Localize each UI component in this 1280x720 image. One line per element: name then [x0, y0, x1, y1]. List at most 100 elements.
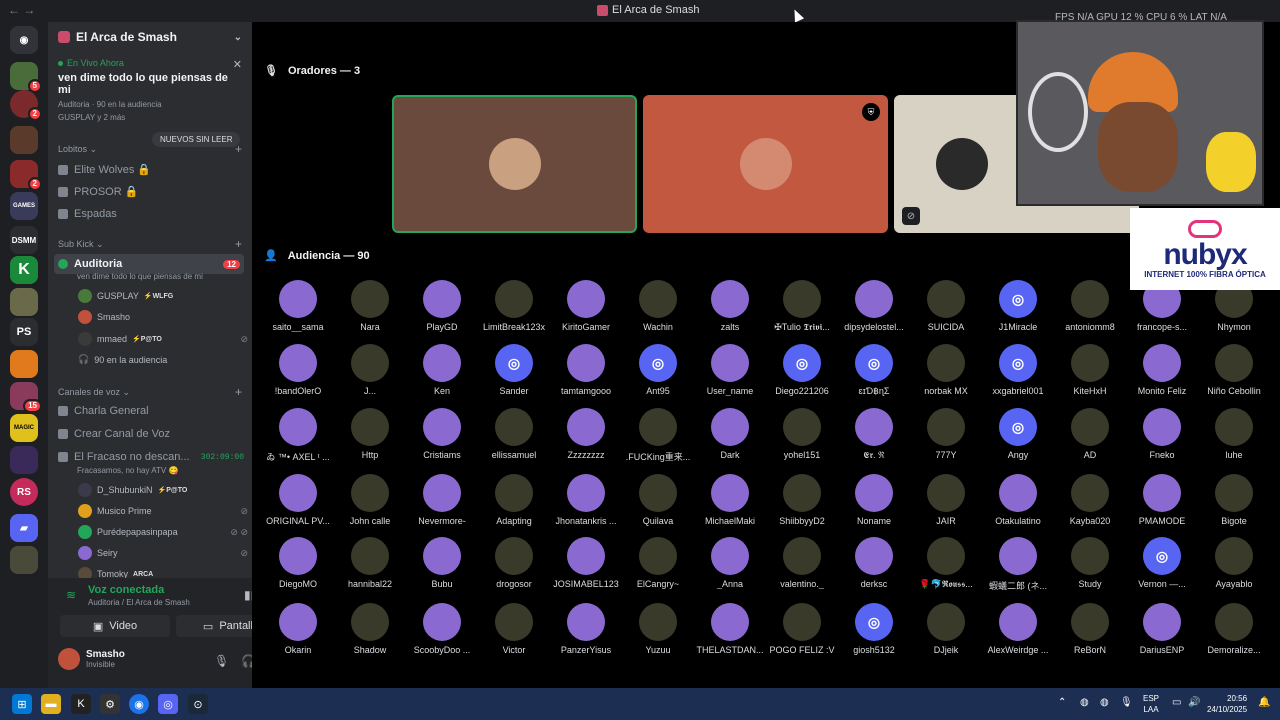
server-icon[interactable]: 2 — [10, 90, 42, 121]
tray-icon[interactable]: ◍ — [1080, 697, 1089, 708]
audience-member[interactable]: ◎ Vernon —... — [1126, 537, 1198, 592]
audience-member[interactable]: ◎ giosh5132 — [838, 603, 910, 655]
audience-member[interactable]: ScoobyDoo ... — [406, 603, 478, 655]
server-icon[interactable] — [10, 446, 38, 474]
windows-start-icon[interactable]: ⊞ — [12, 694, 32, 714]
audience-member[interactable]: ✠Tulio 𝕿𝖗𝖎𝖛𝖎... — [766, 280, 838, 333]
audience-member[interactable]: Wachin — [622, 280, 694, 333]
notification-icon[interactable]: 🔔 — [1258, 697, 1270, 708]
audience-member[interactable]: 🌹🐬𝕽𝖔𝖚𝖘𝖘... — [910, 537, 982, 592]
server-icon[interactable]: DSMM — [10, 226, 38, 254]
audience-member[interactable]: User_name — [694, 344, 766, 397]
voice-member[interactable]: Smasho — [78, 310, 248, 324]
voice-member[interactable]: D_ShubunkiN ⚡P@TO — [78, 483, 248, 497]
audience-member[interactable]: JAIR — [910, 474, 982, 526]
app-icon[interactable]: K — [71, 694, 91, 714]
category-lobitos[interactable]: Lobitos ⌄ + — [58, 142, 242, 156]
clock[interactable]: 20:56 24/10/2025 — [1207, 693, 1247, 715]
audience-member[interactable]: saito__sama — [262, 280, 334, 333]
audience-member[interactable]: Yuzuu — [622, 603, 694, 655]
audience-member[interactable]: Study — [1054, 537, 1126, 592]
channel-auditoria[interactable]: Auditoria 12 — [54, 254, 244, 274]
voice-member[interactable]: Musico Prime ⊘ — [78, 504, 248, 518]
audience-member[interactable]: JOSIMABEL123 — [550, 537, 622, 592]
audience-member[interactable]: AlexWeirdge ... — [982, 603, 1054, 655]
voice-location[interactable]: Auditoria / El Arca de Smash — [88, 598, 190, 607]
channel-crear-canal[interactable]: Crear Canal de Voz — [58, 428, 244, 440]
chevron-down-icon[interactable]: ⌄ — [234, 32, 242, 43]
audience-member[interactable]: derksc — [838, 537, 910, 592]
channel-elite-wolves[interactable]: Elite Wolves 🔒 — [58, 163, 244, 176]
audience-member[interactable]: Nevermore- — [406, 474, 478, 526]
audience-member[interactable]: .FUCKing重来... — [622, 408, 694, 463]
audience-member[interactable]: KiteHxH — [1054, 344, 1126, 397]
network-icon[interactable]: ▭ — [1172, 697, 1181, 708]
audience-member[interactable]: !bandOlerO — [262, 344, 334, 397]
audience-member[interactable]: Ayayablo — [1198, 537, 1270, 592]
audience-member[interactable]: ◎ Angy — [982, 408, 1054, 463]
audience-member[interactable]: LimitBreak123x — [478, 280, 550, 333]
server-header[interactable]: El Arca de Smash ⌄ — [48, 22, 252, 52]
audience-member[interactable]: ORIGINAL PV... — [262, 474, 334, 526]
channel-charla-general[interactable]: Charla General — [58, 405, 244, 417]
channel-espadas[interactable]: Espadas — [58, 208, 244, 220]
audience-member[interactable]: luhe — [1198, 408, 1270, 463]
audience-member[interactable]: SUICIDA — [910, 280, 982, 333]
audience-member[interactable]: John calle — [334, 474, 406, 526]
audience-member[interactable]: Monito Feliz — [1126, 344, 1198, 397]
tray-icon[interactable]: ◍ — [1100, 697, 1109, 708]
steam-icon[interactable]: ⊙ — [188, 694, 208, 714]
audience-member[interactable]: Jhonatankris ... — [550, 474, 622, 526]
audience-member[interactable]: valentino._ — [766, 537, 838, 592]
audience-member[interactable]: ◎ Ant95 — [622, 344, 694, 397]
audience-member[interactable]: Quilava — [622, 474, 694, 526]
chevron-up-icon[interactable]: ⌃ — [1058, 697, 1066, 708]
voice-member[interactable]: Seiry ⊘ — [78, 546, 248, 560]
chrome-icon[interactable]: ◉ — [129, 694, 149, 714]
server-icon[interactable]: 15 — [10, 382, 42, 413]
discord-icon[interactable]: ◎ — [158, 694, 178, 714]
audience-member[interactable]: ゐ ™• AXEL ᵗ ... — [262, 408, 334, 463]
voice-member[interactable]: GUSPLAY ⚡WLFG — [78, 289, 248, 303]
audience-member[interactable]: PlayGD — [406, 280, 478, 333]
server-icon[interactable] — [10, 350, 38, 378]
audience-member[interactable]: zalts — [694, 280, 766, 333]
audience-member[interactable]: Noname — [838, 474, 910, 526]
microphone-icon[interactable]: 🎙 — [214, 654, 229, 668]
audience-count[interactable]: 🎧 90 en la audiencia — [78, 354, 248, 365]
audience-member[interactable]: DJjeik — [910, 603, 982, 655]
close-icon[interactable]: ✕ — [233, 58, 242, 71]
audience-member[interactable]: tamtamgooo — [550, 344, 622, 397]
audience-member[interactable]: norbak MX — [910, 344, 982, 397]
audience-member[interactable]: ShiibbyyD2 — [766, 474, 838, 526]
audience-member[interactable]: ◎ ɛɪƊ฿ɳƩ — [838, 344, 910, 397]
speaker-tile[interactable]: ⛨ — [643, 95, 888, 233]
audience-member[interactable]: Okarin — [262, 603, 334, 655]
audience-member[interactable]: Ken — [406, 344, 478, 397]
audience-member[interactable]: POGO FELIZ :V — [766, 603, 838, 655]
audience-member[interactable]: THELASTDAN... — [694, 603, 766, 655]
channel-prosor[interactable]: PROSOR 🔒 — [58, 185, 244, 198]
server-icon[interactable] — [10, 126, 38, 154]
audience-member[interactable]: ◎ xxgabriel001 — [982, 344, 1054, 397]
back-forward-arrows[interactable]: ← → — [8, 3, 35, 17]
audience-member[interactable]: Niño Cebollin — [1198, 344, 1270, 397]
settings-icon[interactable]: ⚙ — [100, 694, 120, 714]
category-voice[interactable]: Canales de voz ⌄ + — [58, 385, 242, 399]
server-icon[interactable]: MAGIC — [10, 414, 38, 442]
channel-el-fracaso[interactable]: El Fracaso no descan... 302:09:00 — [58, 451, 244, 463]
screen-share-button[interactable]: ▭Pantalla — [176, 615, 252, 637]
server-icon[interactable]: 5 — [10, 62, 42, 93]
audience-member[interactable]: ReBorN — [1054, 603, 1126, 655]
audience-member[interactable]: Http — [334, 408, 406, 463]
audience-member[interactable]: DiegoMO — [262, 537, 334, 592]
audience-member[interactable]: Victor — [478, 603, 550, 655]
voice-member[interactable]: Purédepapasinpapa ⊘ ⊘ — [78, 525, 248, 539]
audience-member[interactable]: dipsydelostel... — [838, 280, 910, 333]
audience-member[interactable]: Otakulatino — [982, 474, 1054, 526]
discord-home-icon[interactable]: ◉ — [10, 26, 38, 54]
audience-member[interactable]: PMAMODE — [1126, 474, 1198, 526]
audience-member[interactable]: ◎ J1Miracle — [982, 280, 1054, 333]
speaker-tile[interactable] — [392, 95, 637, 233]
category-subkick[interactable]: Sub Kick ⌄ + — [58, 237, 242, 251]
